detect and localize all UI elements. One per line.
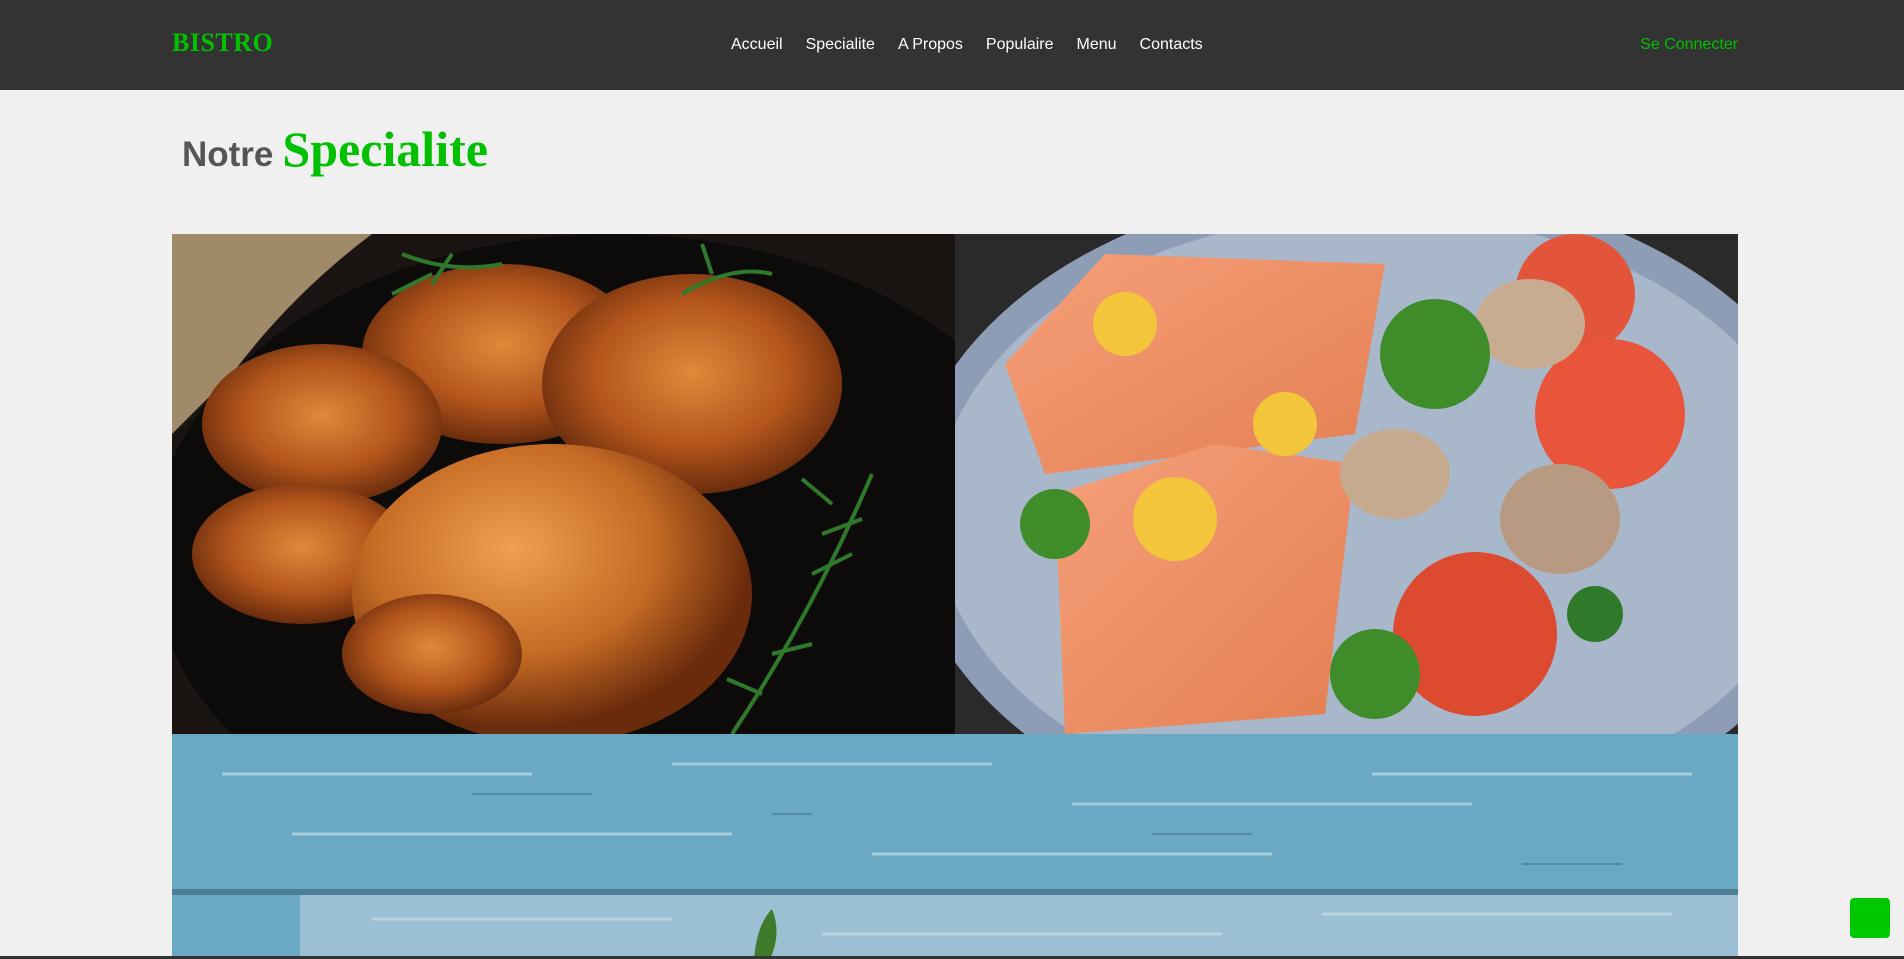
nav-link-a-propos[interactable]: A Propos [898,36,963,53]
baked-salmon-plate-image [955,234,1738,734]
main-nav: Accueil Specialite A Propos Populaire Me… [731,36,1226,54]
section-title: Notre Specialite [182,120,488,178]
specialty-gallery [172,234,1738,959]
login-link[interactable]: Se Connecter [1640,36,1738,54]
scroll-top-button[interactable] [1850,898,1890,938]
nav-link-menu[interactable]: Menu [1077,36,1117,53]
top-navbar: BISTRO Accueil Specialite A Propos Popul… [0,0,1904,90]
nav-link-specialite[interactable]: Specialite [806,36,875,53]
section-title-second: Specialite [282,121,488,177]
nav-link-contacts[interactable]: Contacts [1140,36,1203,53]
nav-link-populaire[interactable]: Populaire [986,36,1054,53]
brand-logo[interactable]: BISTRO [172,28,273,58]
blue-wood-table-image [172,734,1738,959]
glazed-chicken-drumsticks-image [172,234,955,734]
section-title-first: Notre [182,135,274,174]
nav-link-accueil[interactable]: Accueil [731,36,783,53]
